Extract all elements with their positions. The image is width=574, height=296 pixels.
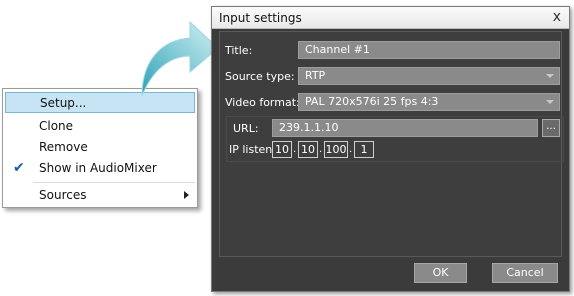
cancel-button[interactable]: Cancel	[492, 263, 558, 283]
ip-listen-label: IP listen:	[229, 143, 276, 156]
screenshot-root: Setup... Clone Remove ✔ Show in AudioMix…	[0, 0, 574, 296]
chevron-down-icon	[546, 74, 554, 78]
chevron-down-icon	[546, 100, 554, 104]
url-label: URL:	[233, 122, 259, 135]
ip-octet-3[interactable]: 100	[324, 141, 348, 158]
menu-item-label: Remove	[39, 140, 88, 154]
title-label: Title:	[225, 44, 253, 57]
dialog-title: Input settings	[219, 11, 302, 25]
menu-item-remove[interactable]: Remove	[5, 137, 195, 158]
ip-separator: .	[349, 144, 353, 155]
menu-item-label: Setup...	[40, 96, 87, 110]
title-value: Channel #1	[305, 43, 370, 56]
video-format-value: PAL 720x576i 25 fps 4:3	[305, 95, 439, 108]
title-input[interactable]: Channel #1	[298, 41, 560, 59]
video-format-select[interactable]: PAL 720x576i 25 fps 4:3	[298, 93, 560, 111]
menu-item-sources[interactable]: Sources	[5, 185, 195, 206]
ok-button[interactable]: OK	[414, 263, 467, 283]
ip-separator: .	[293, 144, 297, 155]
video-format-label: Video format:	[225, 96, 300, 109]
rtp-settings-group: URL: 239.1.1.10 ... IP listen: 10 . 10 .…	[226, 116, 564, 162]
settings-panel: Title: Channel #1 Source type: RTP Video…	[219, 31, 564, 257]
source-type-select[interactable]: RTP	[298, 67, 560, 85]
checkmark-icon: ✔	[13, 160, 25, 176]
dialog-titlebar[interactable]: Input settings x	[212, 7, 569, 29]
source-type-label: Source type:	[225, 70, 295, 83]
chevron-right-icon	[184, 191, 189, 199]
menu-item-label: Clone	[39, 119, 74, 133]
menu-item-label: Sources	[39, 188, 87, 202]
menu-item-label: Show in AudioMixer	[39, 161, 157, 175]
ip-octet-4[interactable]: 1	[354, 141, 374, 158]
ip-octet-2[interactable]: 10	[298, 141, 318, 158]
ip-octet-1[interactable]: 10	[272, 141, 292, 158]
url-value: 239.1.1.10	[279, 121, 339, 134]
browse-button[interactable]: ...	[542, 119, 560, 137]
input-settings-dialog: Input settings x Title: Channel #1 Sourc…	[211, 6, 570, 292]
menu-item-clone[interactable]: Clone	[5, 116, 195, 137]
close-icon[interactable]: x	[553, 9, 561, 25]
url-input[interactable]: 239.1.1.10	[272, 119, 538, 137]
curved-arrow-icon	[141, 20, 219, 97]
context-menu: Setup... Clone Remove ✔ Show in AudioMix…	[2, 88, 198, 208]
ip-separator: .	[319, 144, 323, 155]
menu-separator	[33, 182, 195, 183]
menu-item-show-in-audiomixer[interactable]: ✔ Show in AudioMixer	[5, 158, 195, 179]
source-type-value: RTP	[305, 69, 326, 82]
